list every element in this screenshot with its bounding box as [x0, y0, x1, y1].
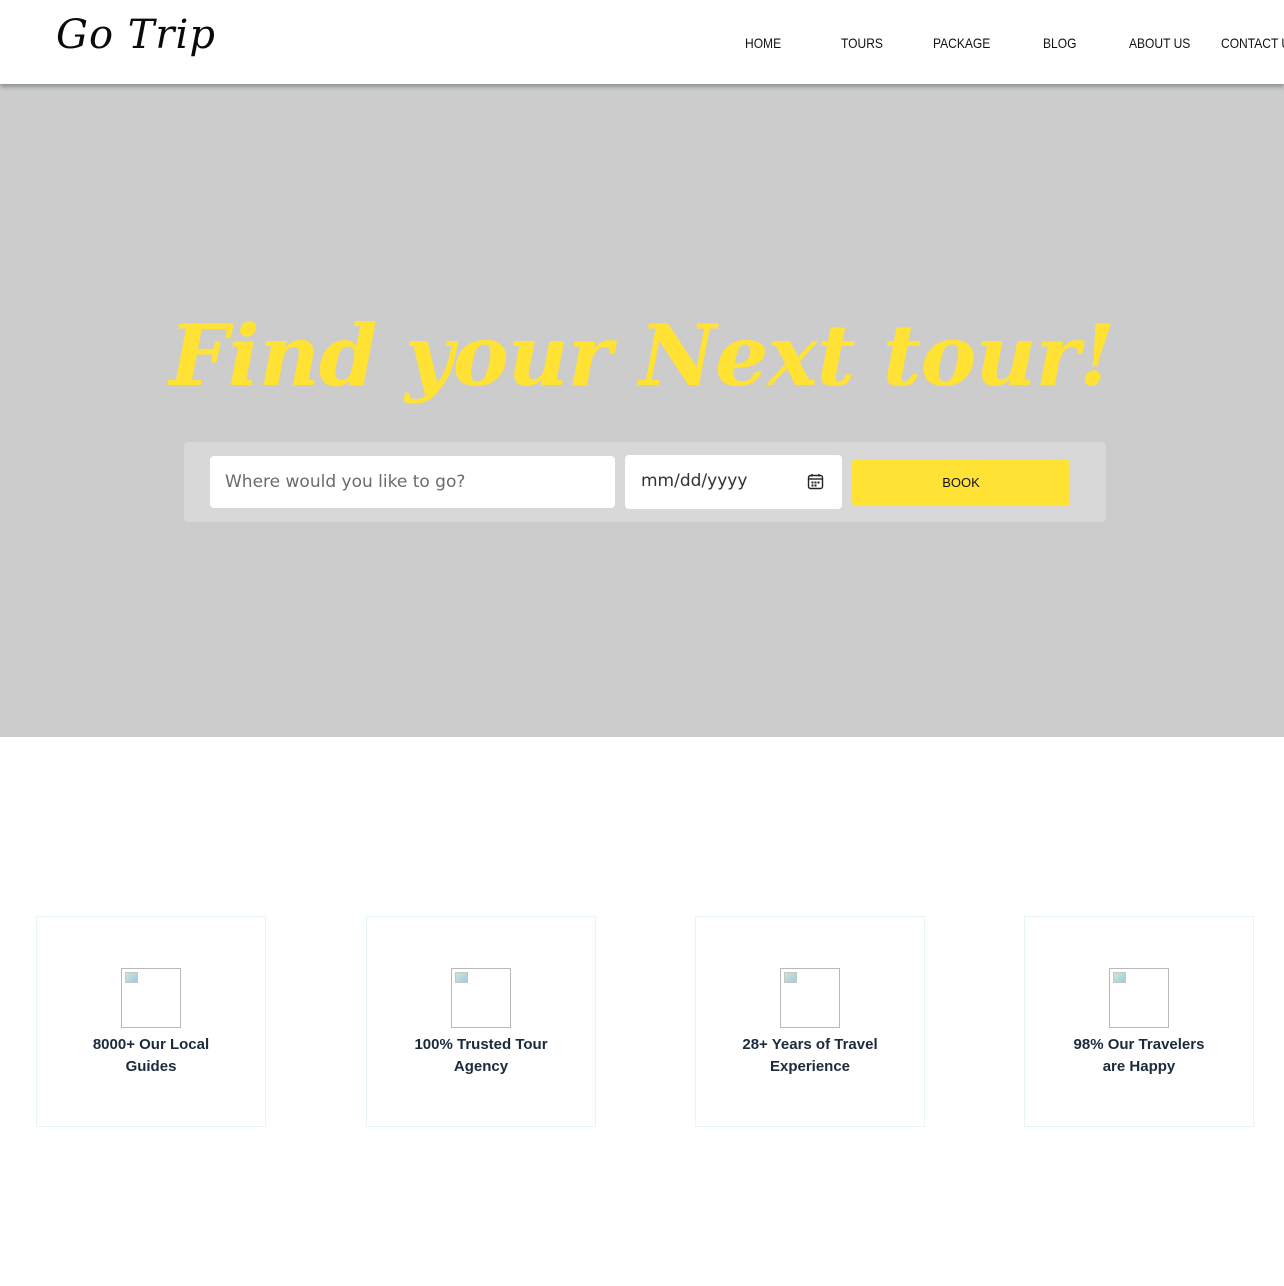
broken-image-icon: [780, 968, 840, 1028]
feature-card-happy-travelers: 98% Our Travelers are Happy: [1024, 916, 1254, 1127]
destination-input[interactable]: [210, 456, 615, 508]
feature-text: 98% Our Travelers are Happy: [1035, 1034, 1243, 1078]
nav-item-home[interactable]: HOME: [745, 35, 781, 51]
feature-text-line: 100% Trusted Tour: [414, 1036, 548, 1053]
nav-item-blog[interactable]: BLOG: [1043, 35, 1076, 51]
feature-text-line: Agency: [453, 1058, 509, 1075]
feature-text-line: 8000+ Our Local: [92, 1036, 210, 1053]
book-button[interactable]: BOOK: [852, 459, 1070, 506]
site-logo[interactable]: Go Trip: [56, 12, 216, 58]
feature-text-line: are Happy: [1102, 1058, 1176, 1075]
feature-text: 100% Trusted Tour Agency: [377, 1034, 585, 1078]
broken-image-icon: [451, 968, 511, 1028]
hero-section: Find your Next tour! mm/dd/yyyy BOOK: [0, 84, 1284, 737]
feature-text: 8000+ Our Local Guides: [47, 1034, 255, 1078]
feature-text-line: Guides: [125, 1058, 177, 1075]
broken-image-icon: [121, 968, 181, 1028]
hero-title: Find your Next tour!: [169, 306, 1115, 405]
calendar-icon[interactable]: [807, 473, 824, 490]
feature-text-line: 28+ Years of Travel: [742, 1036, 878, 1053]
feature-text: 28+ Years of Travel Experience: [706, 1034, 914, 1078]
feature-card-trusted-agency: 100% Trusted Tour Agency: [366, 916, 596, 1127]
feature-text-line: Experience: [769, 1058, 851, 1075]
date-input[interactable]: mm/dd/yyyy: [625, 455, 842, 509]
nav-item-tours[interactable]: TOURS: [841, 35, 883, 51]
nav-item-contact-us[interactable]: CONTACT US: [1221, 35, 1284, 51]
site-header: Go Trip HOME TOURS PACKAGE BLOG ABOUT US…: [0, 0, 1284, 84]
tour-search-panel: mm/dd/yyyy BOOK: [184, 442, 1106, 522]
date-placeholder: mm/dd/yyyy: [641, 471, 748, 491]
feature-card-local-guides: 8000+ Our Local Guides: [36, 916, 266, 1127]
nav-item-about-us[interactable]: ABOUT US: [1129, 35, 1190, 51]
broken-image-icon: [1109, 968, 1169, 1028]
feature-card-travel-experience: 28+ Years of Travel Experience: [695, 916, 925, 1127]
nav-item-package[interactable]: PACKAGE: [933, 35, 990, 51]
feature-text-line: 98% Our Travelers: [1073, 1036, 1205, 1053]
